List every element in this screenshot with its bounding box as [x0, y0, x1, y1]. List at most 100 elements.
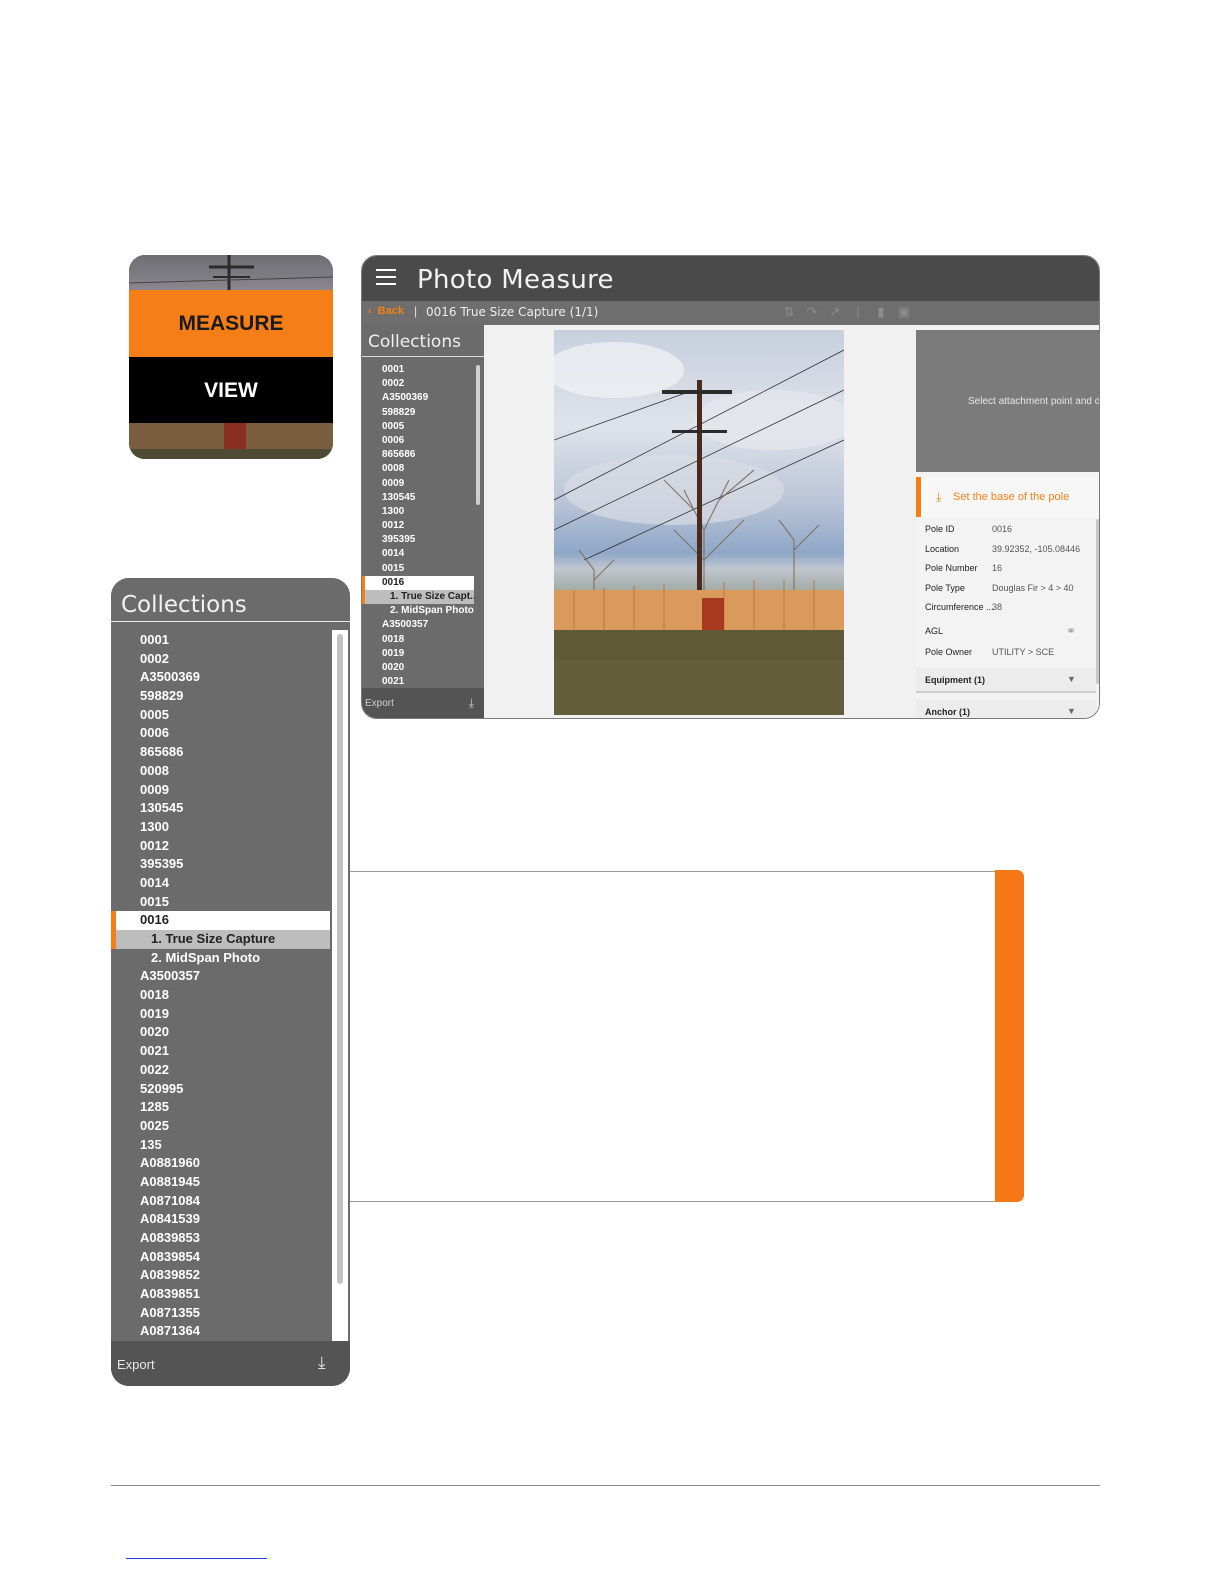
list-item[interactable]: 135	[111, 1136, 330, 1155]
list-item[interactable]: A0839853	[111, 1229, 330, 1248]
list-item[interactable]: A3500369	[111, 668, 330, 687]
hamburger-icon[interactable]	[376, 269, 396, 285]
list-item[interactable]: 865686	[111, 743, 330, 762]
list-item[interactable]: 0002	[362, 377, 474, 391]
list-item[interactable]: 0012	[362, 519, 474, 533]
list-item[interactable]: 598829	[111, 687, 330, 706]
property-value[interactable]: Douglas Fir > 4 > 40	[992, 583, 1074, 593]
anchor-accordion[interactable]: Anchor (1) ▼	[916, 699, 1096, 718]
arrow-up-right-icon[interactable]: ↗	[828, 304, 842, 320]
list-item[interactable]: 0018	[362, 633, 474, 647]
list-item[interactable]: A0839852	[111, 1266, 330, 1285]
list-item[interactable]: 0002	[111, 650, 330, 669]
list-item[interactable]: 0008	[111, 762, 330, 781]
view-mode-button[interactable]: VIEW	[129, 357, 333, 424]
list-item[interactable]: 130545	[362, 491, 474, 505]
list-item[interactable]: A0881945	[111, 1173, 330, 1192]
list-item[interactable]: A0871364	[111, 1322, 330, 1341]
list-item[interactable]: 1285	[111, 1098, 330, 1117]
list-item[interactable]: 395395	[111, 855, 330, 874]
page-divider	[111, 1485, 1100, 1486]
download-icon: ⤓	[936, 490, 942, 504]
list-item[interactable]: A3500357	[362, 618, 474, 632]
mode-card: MEASURE VIEW	[129, 255, 333, 459]
list-item[interactable]: 395395	[362, 533, 474, 547]
back-button[interactable]: ‹ Back	[368, 305, 404, 317]
export-button[interactable]: Export	[365, 698, 394, 709]
property-value[interactable]: 38	[992, 602, 1002, 612]
list-subitem[interactable]: 2. MidSpan Photo	[362, 604, 474, 618]
pole-properties: Pole ID 0016 Location 39.92352, -105.084…	[916, 519, 1096, 662]
property-value[interactable]: 0016	[992, 524, 1012, 534]
list-item-selected[interactable]: 0016	[111, 911, 330, 930]
list-item[interactable]: 0001	[362, 363, 474, 377]
list-item[interactable]: 0019	[362, 647, 474, 661]
download-icon[interactable]: ⤓	[469, 696, 474, 711]
list-item[interactable]: 0014	[111, 874, 330, 893]
list-item[interactable]: 1300	[362, 505, 474, 519]
agl-row: AGL ⚭	[916, 617, 1096, 642]
list-item[interactable]: 520995	[111, 1080, 330, 1099]
list-item[interactable]: A3500357	[111, 967, 330, 986]
trash-icon[interactable]: ▮	[874, 304, 888, 320]
pole-photo[interactable]	[554, 330, 844, 715]
list-item[interactable]: 0019	[111, 1005, 330, 1024]
export-button[interactable]: Export	[117, 1357, 155, 1372]
list-item[interactable]: 0006	[111, 724, 330, 743]
list-item[interactable]: 0020	[111, 1023, 330, 1042]
list-item[interactable]: 0006	[362, 434, 474, 448]
collections-header: Collections	[111, 578, 350, 620]
sidebar-scrollbar[interactable]	[476, 365, 480, 505]
list-subitem-selected[interactable]: 1. True Size Capt...	[362, 590, 474, 605]
equipment-accordion[interactable]: Equipment (1) ▼	[916, 667, 1096, 693]
list-item[interactable]: 0022	[111, 1061, 330, 1080]
list-item[interactable]: 0009	[362, 477, 474, 491]
properties-scrollbar[interactable]	[1096, 519, 1099, 684]
list-item[interactable]: 0014	[362, 547, 474, 561]
list-item[interactable]: 0005	[111, 706, 330, 725]
list-item[interactable]: A0841539	[111, 1210, 330, 1229]
list-subitem[interactable]: 2. MidSpan Photo	[111, 949, 330, 968]
collections-scrollbar-thumb[interactable]	[337, 634, 343, 1284]
list-item[interactable]: A0871084	[111, 1192, 330, 1211]
list-item[interactable]: 0015	[111, 893, 330, 912]
list-item[interactable]: 0001	[111, 631, 330, 650]
collections-panel: Collections 0001 0002 A3500369 598829 00…	[111, 578, 350, 1386]
list-item[interactable]: 0012	[111, 837, 330, 856]
list-subitem-selected[interactable]: 1. True Size Capture	[111, 930, 330, 949]
list-item[interactable]: 0020	[362, 661, 474, 675]
list-item[interactable]: A0871355	[111, 1304, 330, 1323]
pole-base-step[interactable]: ⤓ Set the base of the pole	[916, 477, 1099, 517]
list-item[interactable]: 865686	[362, 448, 474, 462]
list-item[interactable]: A0881960	[111, 1154, 330, 1173]
save-icon[interactable]: ▣	[897, 304, 911, 320]
list-item[interactable]: 0018	[111, 986, 330, 1005]
download-icon[interactable]: ⤓	[318, 1353, 326, 1373]
back-label: Back	[377, 305, 404, 317]
list-item[interactable]: A3500369	[362, 391, 474, 405]
list-item-selected[interactable]: 0016	[362, 575, 474, 590]
list-item[interactable]: 1300	[111, 818, 330, 837]
list-item[interactable]: 0021	[111, 1042, 330, 1061]
list-item[interactable]: 0015	[362, 562, 474, 576]
measure-mode-button[interactable]: MEASURE	[129, 290, 333, 357]
property-value[interactable]: 16	[992, 563, 1002, 573]
list-item[interactable]: 0008	[362, 462, 474, 476]
list-item[interactable]: 130545	[111, 799, 330, 818]
fence-photo-strip	[129, 423, 333, 459]
redo-icon[interactable]: ↷	[805, 304, 819, 320]
collections-scrollbar-track[interactable]	[332, 630, 348, 1341]
list-item[interactable]: 598829	[362, 406, 474, 420]
properties-pane: Select attachment point and dr ⤓ Set the…	[916, 325, 1099, 718]
list-item[interactable]: 0009	[111, 781, 330, 800]
list-item[interactable]: A0839851	[111, 1285, 330, 1304]
list-item[interactable]: 0005	[362, 420, 474, 434]
list-item[interactable]: 0025	[111, 1117, 330, 1136]
property-value[interactable]: 39.92352, -105.08446	[992, 544, 1080, 554]
pole-owner-value[interactable]: UTILITY > SCE	[992, 647, 1054, 657]
footer-link-underline[interactable]	[126, 1558, 267, 1559]
link-icon[interactable]: ⚭	[1066, 624, 1076, 638]
swap-icon[interactable]: ⇅	[782, 304, 796, 320]
list-item[interactable]: A0839854	[111, 1248, 330, 1267]
sidebar-divider	[362, 356, 484, 357]
